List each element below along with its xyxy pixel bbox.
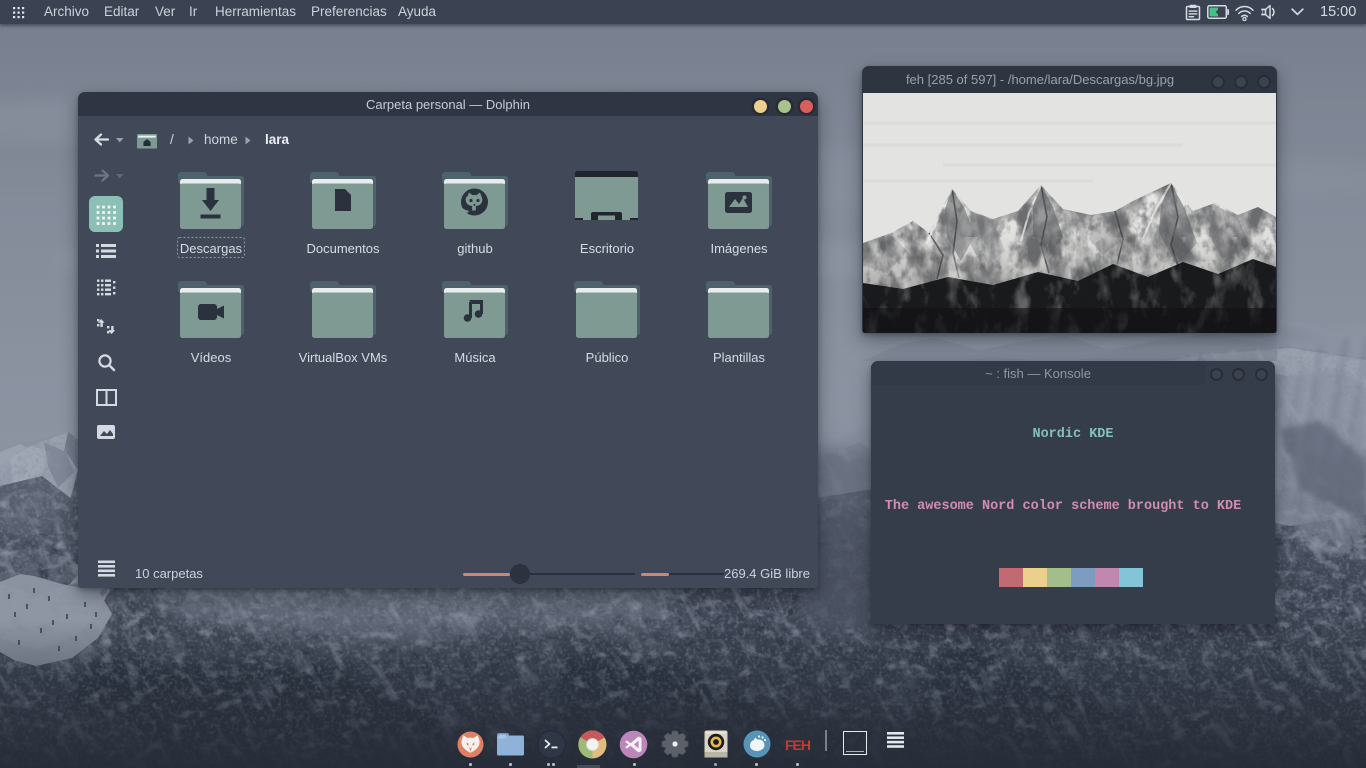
svg-text:FEH: FEH — [785, 737, 811, 753]
